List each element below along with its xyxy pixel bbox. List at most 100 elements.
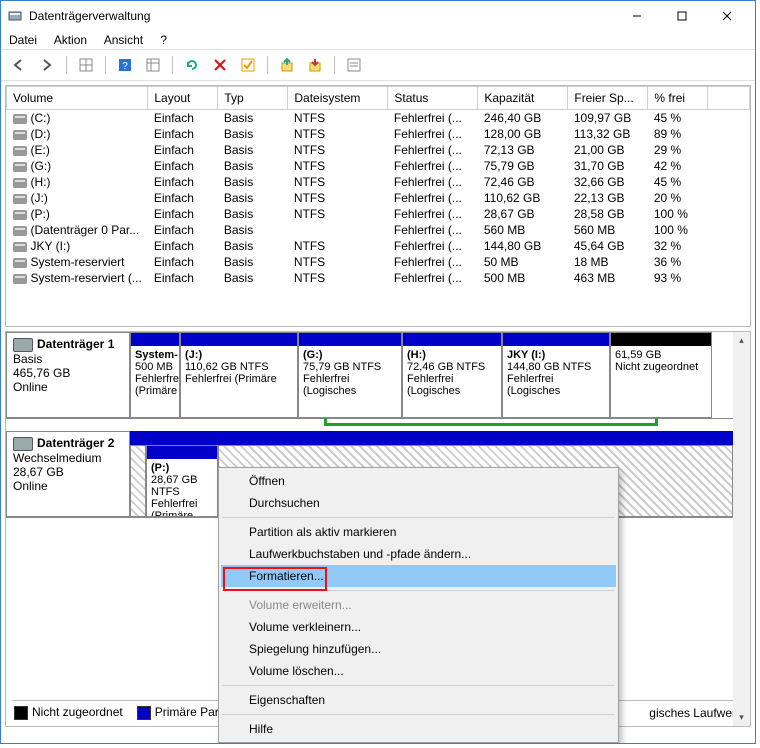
disk1-partitions: System-500 MBFehlerfrei (Primäre(J:)110,… <box>130 332 750 418</box>
volume-icon <box>13 242 27 252</box>
export-icon[interactable] <box>275 53 299 77</box>
window-controls <box>614 1 749 31</box>
partition[interactable]: (G:)75,79 GB NTFSFehlerfrei (Logisches <box>298 332 402 418</box>
disk1-type: Basis <box>13 352 123 366</box>
menu-action[interactable]: Aktion <box>54 33 87 47</box>
menubar: Datei Aktion Ansicht ? <box>1 31 755 49</box>
check-icon[interactable] <box>236 53 260 77</box>
ctx-browse[interactable]: Durchsuchen <box>221 492 616 514</box>
volume-icon <box>13 162 27 172</box>
ctx-drive[interactable]: Laufwerkbuchstaben und -pfade ändern... <box>221 543 616 565</box>
disk2-status: Online <box>13 479 123 493</box>
forward-icon[interactable] <box>35 53 59 77</box>
table-row[interactable]: (G:)EinfachBasisNTFSFehlerfrei (...75,79… <box>7 158 750 174</box>
disk1-size: 465,76 GB <box>13 366 123 380</box>
col-pct[interactable]: % frei <box>648 87 708 110</box>
col-typ[interactable]: Typ <box>218 87 288 110</box>
volume-icon <box>13 226 27 236</box>
disk2-size: 28,67 GB <box>13 465 123 479</box>
disk2-name: Datenträger 2 <box>37 436 114 450</box>
volume-icon <box>13 146 27 156</box>
disk2-type: Wechselmedium <box>13 451 123 465</box>
scroll-down-icon[interactable]: ▾ <box>733 709 750 726</box>
ctx-mirror[interactable]: Spiegelung hinzufügen... <box>221 638 616 660</box>
table-icon[interactable] <box>141 53 165 77</box>
partition-p[interactable]: (P:) 28,67 GB NTFS Fehlerfrei (Primäre <box>146 445 218 517</box>
ctx-props[interactable]: Eigenschaften <box>221 689 616 711</box>
partition-gap-left <box>130 445 146 517</box>
close-button[interactable] <box>704 1 749 31</box>
ctx-shrink[interactable]: Volume verkleinern... <box>221 616 616 638</box>
partition[interactable]: (H:)72,46 GB NTFSFehlerfrei (Logisches <box>402 332 502 418</box>
app-icon <box>7 8 23 24</box>
table-row[interactable]: (D:)EinfachBasisNTFSFehlerfrei (...128,0… <box>7 126 750 142</box>
col-free[interactable]: Freier Sp... <box>568 87 648 110</box>
table-row[interactable]: System-reserviertEinfachBasisNTFSFehlerf… <box>7 254 750 270</box>
disk2-label[interactable]: Datenträger 2 Wechselmedium 28,67 GB Onl… <box>6 431 130 517</box>
legend-swatch-primary <box>137 706 151 720</box>
partition[interactable]: System-500 MBFehlerfrei (Primäre <box>130 332 180 418</box>
menu-file[interactable]: Datei <box>9 33 37 47</box>
volume-icon <box>13 178 27 188</box>
import-icon[interactable] <box>303 53 327 77</box>
col-layout[interactable]: Layout <box>148 87 218 110</box>
disk-row-1: Datenträger 1 Basis 465,76 GB Online Sys… <box>6 332 750 419</box>
table-row[interactable]: System-reserviert (...EinfachBasisNTFSFe… <box>7 270 750 286</box>
disk-icon <box>13 338 33 352</box>
disk-icon <box>13 437 33 451</box>
disk1-label[interactable]: Datenträger 1 Basis 465,76 GB Online <box>6 332 130 418</box>
table-header-row: Volume Layout Typ Dateisystem Status Kap… <box>7 87 750 110</box>
svg-text:?: ? <box>122 61 128 72</box>
maximize-button[interactable] <box>659 1 704 31</box>
table-row[interactable]: (J:)EinfachBasisNTFSFehlerfrei (...110,6… <box>7 190 750 206</box>
refresh-icon[interactable] <box>180 53 204 77</box>
col-fs[interactable]: Dateisystem <box>288 87 388 110</box>
volume-table: Volume Layout Typ Dateisystem Status Kap… <box>6 86 750 286</box>
table-row[interactable]: JKY (I:)EinfachBasisNTFSFehlerfrei (...1… <box>7 238 750 254</box>
volume-icon <box>13 130 27 140</box>
table-row[interactable]: (E:)EinfachBasisNTFSFehlerfrei (...72,13… <box>7 142 750 158</box>
ctx-help[interactable]: Hilfe <box>221 718 616 740</box>
scrollbar[interactable]: ▴ ▾ <box>733 332 750 726</box>
table-row[interactable]: (Datenträger 0 Par...EinfachBasisFehlerf… <box>7 222 750 238</box>
back-icon[interactable] <box>7 53 31 77</box>
minimize-button[interactable] <box>614 1 659 31</box>
col-cap[interactable]: Kapazität <box>478 87 568 110</box>
table-row[interactable]: (H:)EinfachBasisNTFSFehlerfrei (...72,46… <box>7 174 750 190</box>
legend-swatch-unalloc <box>14 706 28 720</box>
disk2-stripe <box>130 431 733 445</box>
col-spacer <box>708 87 750 110</box>
volume-icon <box>13 114 27 124</box>
partition[interactable]: JKY (I:)144,80 GB NTFSFehlerfrei (Logisc… <box>502 332 610 418</box>
volume-icon <box>13 258 27 268</box>
properties-icon[interactable] <box>342 53 366 77</box>
col-status[interactable]: Status <box>388 87 478 110</box>
help-icon[interactable]: ? <box>113 53 137 77</box>
delete-icon[interactable] <box>208 53 232 77</box>
toolbar: ? <box>1 49 755 81</box>
ctx-open[interactable]: Öffnen <box>221 470 616 492</box>
volume-icon <box>13 210 27 220</box>
partition[interactable]: (J:)110,62 GB NTFSFehlerfrei (Primäre <box>180 332 298 418</box>
disk1-name: Datenträger 1 <box>37 337 114 351</box>
legend-unalloc: Nicht zugeordnet <box>32 705 123 719</box>
disk1-status: Online <box>13 380 123 394</box>
volume-list-pane: Volume Layout Typ Dateisystem Status Kap… <box>5 85 751 327</box>
window-root: Datenträgerverwaltung Datei Aktion Ansic… <box>0 0 756 744</box>
menu-view[interactable]: Ansicht <box>104 33 143 47</box>
table-row[interactable]: (P:)EinfachBasisNTFSFehlerfrei (...28,67… <box>7 206 750 222</box>
table-row[interactable]: (C:)EinfachBasisNTFSFehlerfrei (...246,4… <box>7 110 750 127</box>
volume-icon <box>13 274 27 284</box>
window-title: Datenträgerverwaltung <box>29 9 614 23</box>
partition-unallocated[interactable]: 61,59 GBNicht zugeordnet <box>610 332 712 418</box>
ctx-delete[interactable]: Volume löschen... <box>221 660 616 682</box>
grid-icon[interactable] <box>74 53 98 77</box>
ctx-format[interactable]: Formatieren... <box>221 565 616 587</box>
titlebar[interactable]: Datenträgerverwaltung <box>1 1 755 31</box>
ctx-active[interactable]: Partition als aktiv markieren <box>221 521 616 543</box>
part-l2: 28,67 GB NTFS <box>151 474 213 498</box>
menu-help[interactable]: ? <box>160 33 167 47</box>
part-name: (P:) <box>151 462 213 474</box>
scroll-up-icon[interactable]: ▴ <box>733 332 750 349</box>
col-volume[interactable]: Volume <box>7 87 148 110</box>
